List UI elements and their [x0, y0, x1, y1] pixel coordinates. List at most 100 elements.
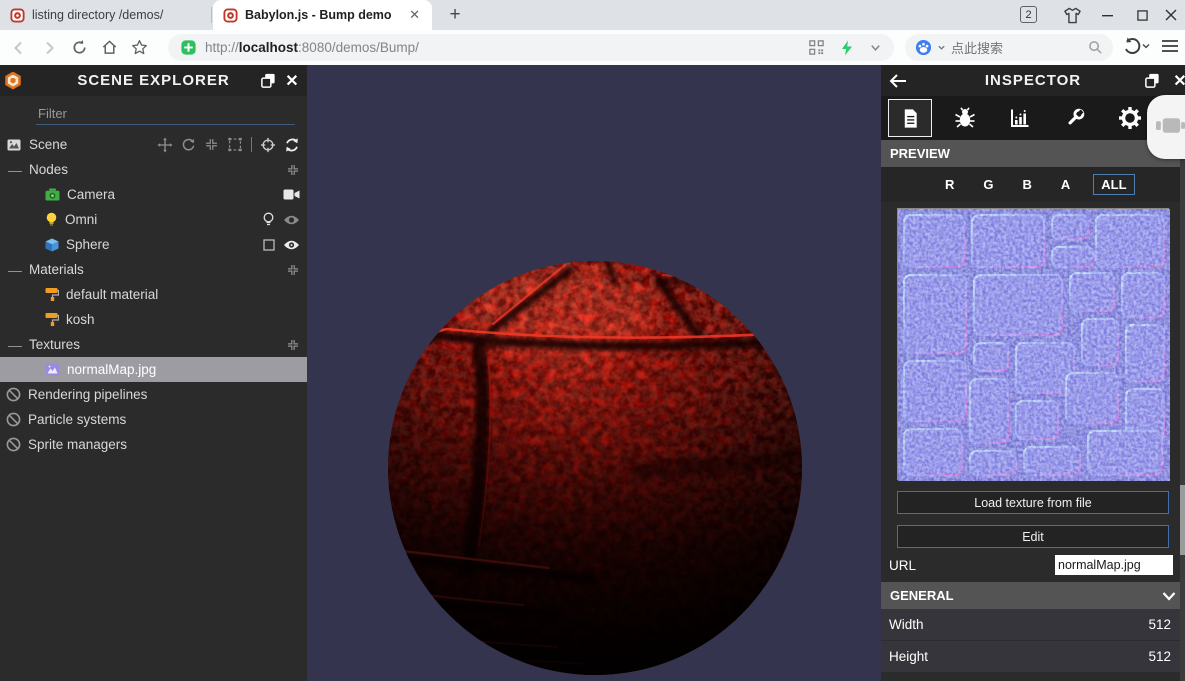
bar-chart-icon	[1011, 109, 1029, 127]
gear-icon	[1119, 107, 1141, 129]
search-engine-chevron-icon[interactable]	[937, 43, 946, 52]
bounding-box-icon[interactable]	[227, 137, 243, 152]
tree-row-omni[interactable]: Omni	[0, 207, 307, 232]
tab-bump-demo[interactable]: Babylon.js - Bump demo ✕	[213, 0, 432, 30]
theme-shirt-icon[interactable]	[1059, 0, 1085, 30]
height-label: Height	[889, 649, 929, 664]
expand-all-icon[interactable]	[286, 163, 300, 177]
visibility-eye-icon[interactable]	[283, 214, 300, 226]
general-section-header[interactable]: GENERAL	[881, 582, 1185, 609]
tab-statistics[interactable]	[998, 99, 1042, 137]
forward-icon[interactable]	[34, 34, 64, 62]
tab-properties[interactable]	[888, 99, 932, 137]
checkbox-square-icon[interactable]	[263, 238, 275, 251]
minimize-button[interactable]	[1093, 0, 1123, 30]
bug-icon	[955, 107, 975, 128]
width-value: 512	[1148, 617, 1171, 632]
tree-row-camera[interactable]: Camera	[0, 182, 307, 207]
tab-count-badge[interactable]: 2	[1020, 6, 1037, 23]
bump-sphere	[388, 261, 802, 675]
close-panel-icon[interactable]: ✕	[1167, 65, 1185, 96]
tree-group-materials[interactable]: — Materials	[0, 257, 307, 282]
browser-tab-bar: listing directory /demos/ Babylon.js - B…	[0, 0, 1185, 30]
normal-map-image	[898, 209, 1170, 481]
tree-row-default-material[interactable]: default material	[0, 282, 307, 307]
popout-icon[interactable]	[255, 65, 281, 96]
expand-all-icon[interactable]	[286, 263, 300, 277]
url-label: URL	[889, 557, 917, 573]
tree-row-normalmap[interactable]: normalMap.jpg	[0, 357, 307, 382]
chevron-down-icon	[1162, 591, 1176, 601]
tab-settings[interactable]	[1108, 99, 1152, 137]
chevron-down-icon[interactable]	[869, 41, 882, 54]
channel-selector: R G B A ALL	[881, 167, 1185, 202]
babylon-favicon	[223, 7, 238, 23]
scale-gizmo-icon[interactable]	[204, 137, 219, 152]
tree-row-sphere[interactable]: Sphere	[0, 232, 307, 257]
tab-close-icon[interactable]: ✕	[407, 7, 422, 23]
tree-group-particle-systems[interactable]: Particle systems	[0, 407, 307, 432]
undo-menu-caret-icon	[1142, 44, 1150, 49]
close-panel-icon[interactable]: ✕	[279, 65, 305, 96]
url-field[interactable]: http://localhost:8080/demos/Bump/	[168, 34, 894, 61]
window-close-button[interactable]	[1157, 0, 1185, 30]
video-camera-icon[interactable]	[283, 188, 300, 201]
rotation-gizmo-icon[interactable]	[181, 137, 196, 152]
refresh-icon[interactable]	[64, 34, 94, 62]
tree-row-scene[interactable]: Scene	[0, 132, 307, 157]
browser-menu-icon[interactable]	[1160, 37, 1180, 60]
undo-restore-button[interactable]	[1122, 36, 1150, 56]
baidu-paw-icon[interactable]	[915, 39, 932, 56]
magnifier-icon[interactable]	[1088, 40, 1103, 55]
tab-debug[interactable]	[943, 99, 987, 137]
height-property-row: Height 512	[881, 641, 1185, 673]
visibility-eye-icon[interactable]	[283, 239, 300, 251]
channel-all[interactable]: ALL	[1093, 174, 1135, 195]
collapse-minus-icon[interactable]: —	[8, 262, 22, 278]
maximize-button[interactable]	[1127, 0, 1157, 30]
tab-listing-directory[interactable]: listing directory /demos/	[0, 0, 211, 30]
tab-tools[interactable]	[1053, 99, 1097, 137]
load-texture-button[interactable]: Load texture from file	[897, 491, 1169, 514]
back-icon[interactable]	[4, 34, 34, 62]
qr-code-icon[interactable]	[808, 39, 825, 56]
search-box[interactable]: 点此搜索	[905, 34, 1113, 61]
lightning-icon[interactable]	[840, 40, 854, 56]
expand-all-icon[interactable]	[286, 338, 300, 352]
preview-section-header[interactable]: PREVIEW	[881, 140, 1185, 167]
render-canvas[interactable]	[307, 65, 881, 681]
home-icon[interactable]	[94, 34, 124, 62]
babylon-favicon	[10, 7, 25, 23]
security-shield-icon[interactable]	[180, 39, 197, 56]
texture-url-input[interactable]	[1055, 555, 1173, 575]
tree-group-nodes[interactable]: — Nodes	[0, 157, 307, 182]
scene-explorer-panel: SCENE EXPLORER ✕ Scene — Nodes	[0, 65, 307, 681]
bookmark-star-icon[interactable]	[124, 34, 154, 62]
lightbulb-outline-icon[interactable]	[262, 212, 275, 227]
edit-texture-button[interactable]: Edit	[897, 525, 1169, 548]
tree-group-textures[interactable]: — Textures	[0, 332, 307, 357]
url-text[interactable]: http://localhost:8080/demos/Bump/	[205, 40, 800, 55]
channel-a[interactable]: A	[1055, 174, 1076, 195]
collapse-minus-icon[interactable]: —	[8, 162, 22, 178]
tree-row-kosh[interactable]: kosh	[0, 307, 307, 332]
back-arrow-icon[interactable]	[885, 65, 911, 96]
refresh-icon[interactable]	[284, 137, 300, 153]
filter-row	[0, 96, 307, 132]
inspector-scrollbar[interactable]	[1180, 141, 1185, 681]
tree-group-rendering-pipelines[interactable]: Rendering pipelines	[0, 382, 307, 407]
collapse-minus-icon[interactable]: —	[8, 337, 22, 353]
scrollbar-thumb[interactable]	[1180, 485, 1185, 555]
position-gizmo-icon[interactable]	[157, 136, 173, 153]
tree-group-sprite-managers[interactable]: Sprite managers	[0, 432, 307, 457]
toolbar-separator	[251, 137, 252, 152]
channel-g[interactable]: G	[977, 174, 999, 195]
filter-input[interactable]	[36, 103, 295, 125]
new-tab-button[interactable]: +	[441, 2, 469, 28]
channel-r[interactable]: R	[939, 174, 960, 195]
picking-gizmo-icon[interactable]	[260, 137, 276, 153]
screen-capture-overlay[interactable]	[1147, 95, 1185, 159]
channel-b[interactable]: B	[1017, 174, 1038, 195]
popout-icon[interactable]	[1139, 65, 1165, 96]
search-placeholder[interactable]: 点此搜索	[951, 38, 1083, 57]
